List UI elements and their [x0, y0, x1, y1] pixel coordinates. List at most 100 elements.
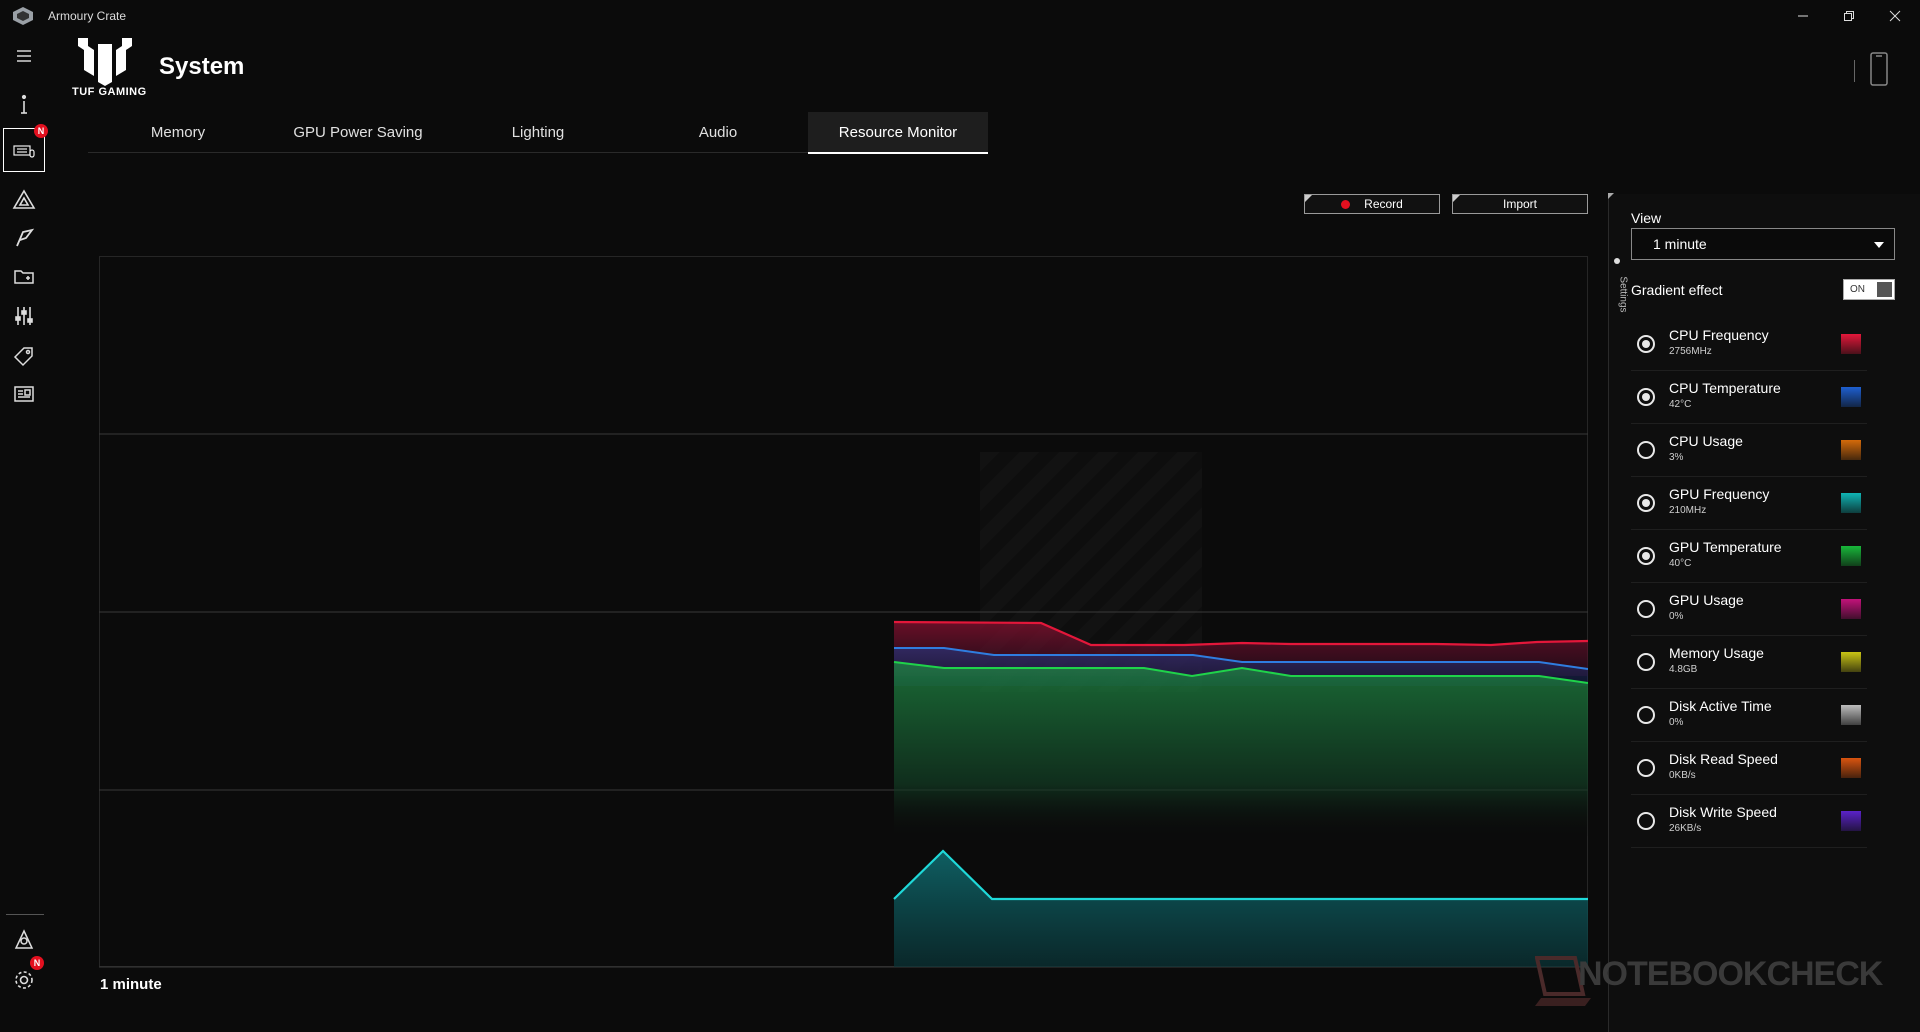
metric-color-swatch[interactable] — [1841, 811, 1861, 831]
metric-name: Disk Active Time — [1669, 698, 1772, 714]
metric-radio[interactable] — [1637, 600, 1655, 618]
metric-row[interactable]: Memory Usage 4.8GB — [1631, 636, 1867, 689]
tab-bar: Memory GPU Power Saving Lighting Audio R… — [88, 112, 988, 154]
metric-radio[interactable] — [1637, 706, 1655, 724]
metric-radio[interactable] — [1637, 812, 1655, 830]
metric-color-swatch[interactable] — [1841, 387, 1861, 407]
metric-row[interactable]: CPU Usage 3% — [1631, 424, 1867, 477]
rail-item-device-info[interactable] — [6, 86, 42, 122]
panel-corner-accent — [1608, 193, 1614, 199]
close-button[interactable] — [1872, 0, 1918, 32]
record-dot-icon — [1341, 199, 1351, 209]
metric-value: 3% — [1669, 452, 1684, 463]
metric-name: CPU Usage — [1669, 433, 1743, 449]
metric-name: GPU Usage — [1669, 592, 1744, 608]
chart-time-caption: 1 minute — [100, 976, 162, 993]
watermark-text: NOTEBOOKCHECK — [1578, 955, 1883, 993]
metric-radio[interactable] — [1637, 759, 1655, 777]
metric-value: 0KB/s — [1669, 770, 1696, 781]
gpu-temperature-area — [894, 662, 1588, 836]
minimize-icon — [1798, 15, 1808, 17]
restore-icon — [1844, 11, 1854, 21]
tab-lighting[interactable]: Lighting — [448, 112, 628, 152]
scenario-slash-icon — [16, 228, 35, 247]
resource-monitor-chart — [99, 256, 1588, 968]
news-icon — [14, 386, 34, 402]
metric-row[interactable]: GPU Usage 0% — [1631, 583, 1867, 636]
metric-value: 26KB/s — [1669, 823, 1702, 834]
mobile-device-icon[interactable] — [1868, 52, 1890, 86]
restore-button[interactable] — [1826, 0, 1872, 32]
metric-color-swatch[interactable] — [1841, 652, 1861, 672]
metric-radio[interactable] — [1637, 547, 1655, 565]
rail-item-game-library[interactable] — [6, 258, 42, 294]
metric-row[interactable]: CPU Frequency 2756MHz — [1631, 318, 1867, 371]
metric-color-swatch[interactable] — [1841, 705, 1861, 725]
rail-item-settings-mixer[interactable] — [6, 298, 42, 334]
metric-radio[interactable] — [1637, 388, 1655, 406]
close-icon — [1889, 10, 1901, 22]
import-label: Import — [1502, 197, 1537, 211]
metric-value: 0% — [1669, 717, 1684, 728]
metric-color-swatch[interactable] — [1841, 440, 1861, 460]
gradient-effect-toggle[interactable]: ON — [1843, 279, 1895, 300]
metric-color-swatch[interactable] — [1841, 334, 1861, 354]
metric-row[interactable]: GPU Frequency 210MHz — [1631, 477, 1867, 530]
view-dropdown[interactable]: 1 minute — [1631, 228, 1895, 260]
metric-color-swatch[interactable] — [1841, 599, 1861, 619]
minimize-button[interactable] — [1780, 0, 1826, 32]
title-bar: Armoury Crate — [0, 0, 1920, 32]
rail-item-aura-sync[interactable] — [6, 182, 42, 218]
import-button[interactable]: Import — [1452, 194, 1588, 214]
metric-row[interactable]: Disk Active Time 0% — [1631, 689, 1867, 742]
metric-row[interactable]: Disk Read Speed 0KB/s — [1631, 742, 1867, 795]
metric-value: 210MHz — [1669, 505, 1707, 516]
metric-name: CPU Temperature — [1669, 380, 1781, 396]
button-corner-accent — [1453, 195, 1460, 202]
metric-color-swatch[interactable] — [1841, 493, 1861, 513]
metric-color-swatch[interactable] — [1841, 758, 1861, 778]
metric-radio[interactable] — [1637, 494, 1655, 512]
left-navigation-rail: N N — [0, 32, 48, 1032]
menu-button[interactable] — [6, 38, 42, 74]
metric-radio[interactable] — [1637, 441, 1655, 459]
gradient-effect-label: Gradient effect — [1631, 282, 1723, 298]
metric-row[interactable]: Disk Write Speed 26KB/s — [1631, 795, 1867, 848]
rail-item-news[interactable] — [6, 376, 42, 412]
equalizer-icon — [15, 307, 33, 325]
header-divider — [1854, 60, 1855, 82]
rail-item-settings[interactable]: N — [6, 956, 44, 998]
metric-radio[interactable] — [1637, 335, 1655, 353]
tab-audio[interactable]: Audio — [628, 112, 808, 152]
record-button[interactable]: Record — [1304, 194, 1440, 214]
metric-radio[interactable] — [1637, 653, 1655, 671]
metric-name: Disk Write Speed — [1669, 804, 1777, 820]
metric-name: GPU Temperature — [1669, 539, 1782, 555]
button-corner-accent — [1305, 195, 1312, 202]
rail-item-deals[interactable] — [6, 338, 42, 374]
notification-badge: N — [30, 956, 44, 970]
keyboard-mouse-icon — [13, 145, 35, 158]
rail-item-user-center[interactable] — [6, 922, 42, 958]
rail-item-system[interactable]: N — [3, 124, 48, 172]
metric-color-swatch[interactable] — [1841, 546, 1861, 566]
metric-row[interactable]: GPU Temperature 40°C — [1631, 530, 1867, 583]
info-icon — [21, 94, 27, 114]
metric-row[interactable]: CPU Temperature 42°C — [1631, 371, 1867, 424]
tab-memory[interactable]: Memory — [88, 112, 268, 152]
tab-resource-monitor[interactable]: Resource Monitor — [808, 112, 988, 154]
metric-value: 0% — [1669, 611, 1684, 622]
gpu-frequency-line — [893, 849, 1588, 901]
metric-value: 4.8GB — [1669, 664, 1698, 675]
settings-tab-label: Settings — [1617, 276, 1629, 313]
rail-item-game-visual[interactable] — [6, 220, 42, 256]
rail-divider — [6, 914, 44, 915]
chevron-down-icon — [1874, 242, 1884, 248]
metric-name: Disk Read Speed — [1669, 751, 1778, 767]
page-title: System — [159, 53, 245, 80]
tab-gpu-power-saving[interactable]: GPU Power Saving — [268, 112, 448, 152]
metric-value: 40°C — [1669, 558, 1692, 569]
armoury-crate-logo-icon — [13, 7, 33, 25]
user-profile-icon — [14, 929, 34, 949]
chart-svg — [99, 256, 1588, 968]
